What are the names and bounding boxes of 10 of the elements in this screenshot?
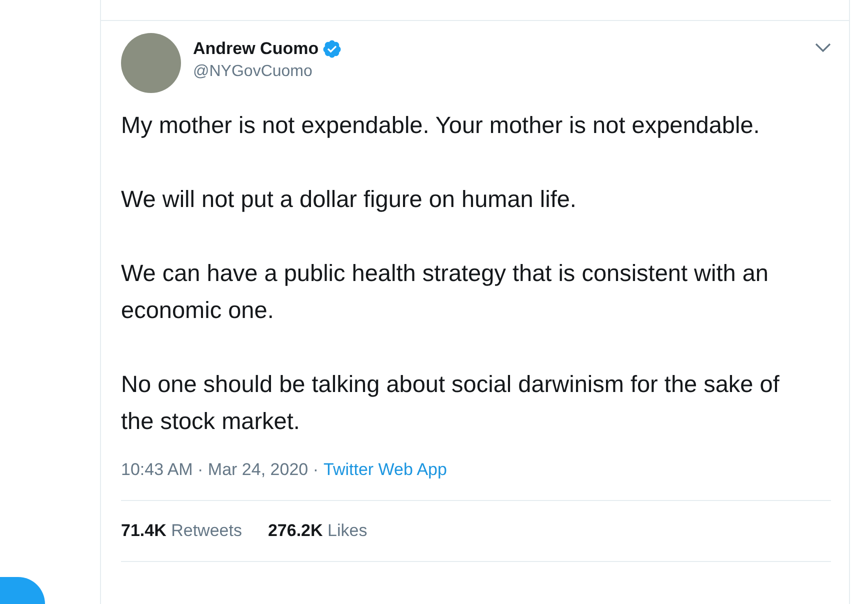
- stat-count[interactable]: 71.4K Retweets: [121, 521, 242, 541]
- author-handle[interactable]: @NYGovCuomo: [193, 63, 342, 81]
- tweet-text: We can have a public health strategy that is consistent with an economic one.: [121, 259, 770, 325]
- caret-icon[interactable]: [815, 43, 831, 53]
- tweet-text: My mother is not expendable. Your mother is not expendable.: [121, 111, 761, 140]
- tweet-text: No one should be talking about social darwinism for the sake of the stock market.: [121, 370, 780, 436]
- tweet-text: We will not put a dollar figure on human life.: [121, 185, 578, 214]
- tweet-timestamp[interactable]: 10:43 AM · Mar 24, 2020 ·: [121, 460, 318, 480]
- stat-count[interactable]: 276.2K Likes: [268, 521, 368, 541]
- author-name[interactable]: Andrew Cuomo: [193, 39, 319, 59]
